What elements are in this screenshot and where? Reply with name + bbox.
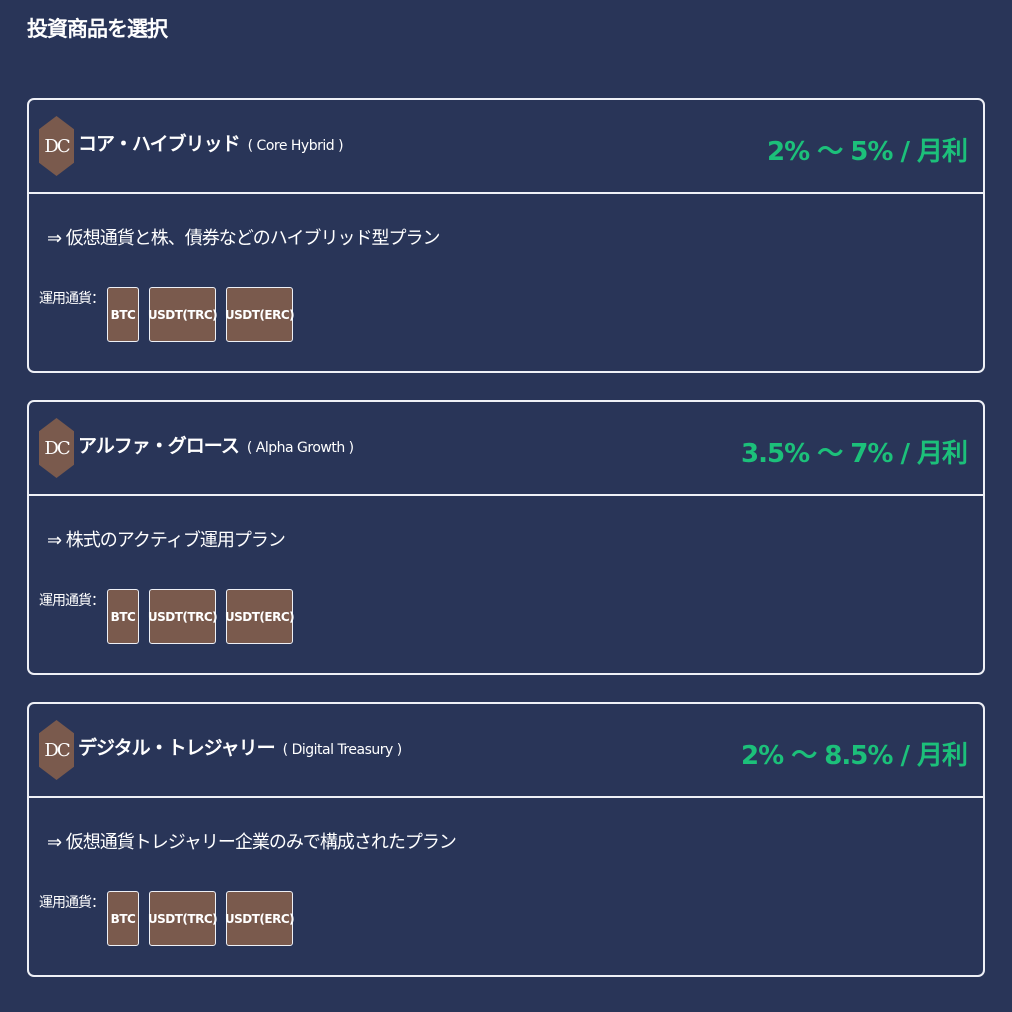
plan-name: デジタル・トレジャリー ( Digital Treasury ) — [78, 732, 402, 766]
plan-card-header: DC アルファ・グロース ( Alpha Growth ) 3.5% ～ 7% /… — [29, 402, 983, 496]
plan-description: ⇒ 仮想通貨と株、債券などのハイブリッド型プラン — [47, 228, 440, 249]
plan-rate: 3.5% ～ 7% / 月利 — [741, 439, 968, 469]
currency-chip-usdt-erc[interactable]: USDT(ERC) — [225, 589, 295, 644]
currency-label: 運用通貨： — [39, 895, 105, 911]
plan-description: ⇒ 株式のアクティブ運用プラン — [47, 530, 286, 551]
plan-description: ⇒ 仮想通貨トレジャリー企業のみで構成されたプラン — [47, 832, 457, 853]
plan-name: コア・ハイブリッド ( Core Hybrid ) — [78, 128, 344, 162]
currency-chip-usdt-erc[interactable]: USDT(ERC) — [225, 891, 295, 946]
currency-chip-usdt-erc[interactable]: USDT(ERC) — [225, 287, 295, 342]
plan-name: アルファ・グロース ( Alpha Growth ) — [78, 430, 354, 464]
currency-label: 運用通貨： — [39, 593, 105, 609]
dc-logo-icon: DC — [39, 720, 74, 780]
currency-chip-usdt-trc[interactable]: USDT(TRC) — [148, 589, 218, 644]
currency-chip-usdt-trc[interactable]: USDT(TRC) — [148, 891, 218, 946]
plan-card-digital-treasury[interactable]: DC デジタル・トレジャリー ( Digital Treasury ) 2% ～ … — [27, 702, 985, 977]
plan-card-core-hybrid[interactable]: DC コア・ハイブリッド ( Core Hybrid ) 2% ～ 5% / 月利… — [27, 98, 985, 373]
plan-name-jp: コア・ハイブリッド — [78, 133, 241, 155]
currency-chips: BTC USDT(TRC) USDT(ERC) — [107, 589, 295, 644]
plan-name-jp: アルファ・グロース — [78, 435, 240, 457]
plan-name-en: ( Core Hybrid ) — [247, 138, 344, 154]
currency-chips: BTC USDT(TRC) USDT(ERC) — [107, 891, 295, 946]
currency-label: 運用通貨： — [39, 291, 105, 307]
currency-chip-usdt-trc[interactable]: USDT(TRC) — [148, 287, 218, 342]
plan-name-jp: デジタル・トレジャリー — [78, 737, 276, 759]
plan-rate: 2% ～ 5% / 月利 — [767, 137, 968, 167]
currency-chip-btc[interactable]: BTC — [107, 589, 139, 644]
currency-chip-btc[interactable]: BTC — [107, 891, 139, 946]
dc-logo-icon: DC — [39, 418, 74, 478]
plan-card-alpha-growth[interactable]: DC アルファ・グロース ( Alpha Growth ) 3.5% ～ 7% /… — [27, 400, 985, 675]
currency-chips: BTC USDT(TRC) USDT(ERC) — [107, 287, 295, 342]
plan-rate: 2% ～ 8.5% / 月利 — [741, 741, 968, 771]
currency-chip-btc[interactable]: BTC — [107, 287, 139, 342]
page-title: 投資商品を選択 — [27, 17, 168, 41]
plan-name-en: ( Digital Treasury ) — [282, 742, 403, 758]
plan-name-en: ( Alpha Growth ) — [246, 440, 354, 456]
plan-card-header: DC コア・ハイブリッド ( Core Hybrid ) 2% ～ 5% / 月利 — [29, 100, 983, 194]
dc-logo-icon: DC — [39, 116, 74, 176]
plan-card-header: DC デジタル・トレジャリー ( Digital Treasury ) 2% ～ … — [29, 704, 983, 798]
